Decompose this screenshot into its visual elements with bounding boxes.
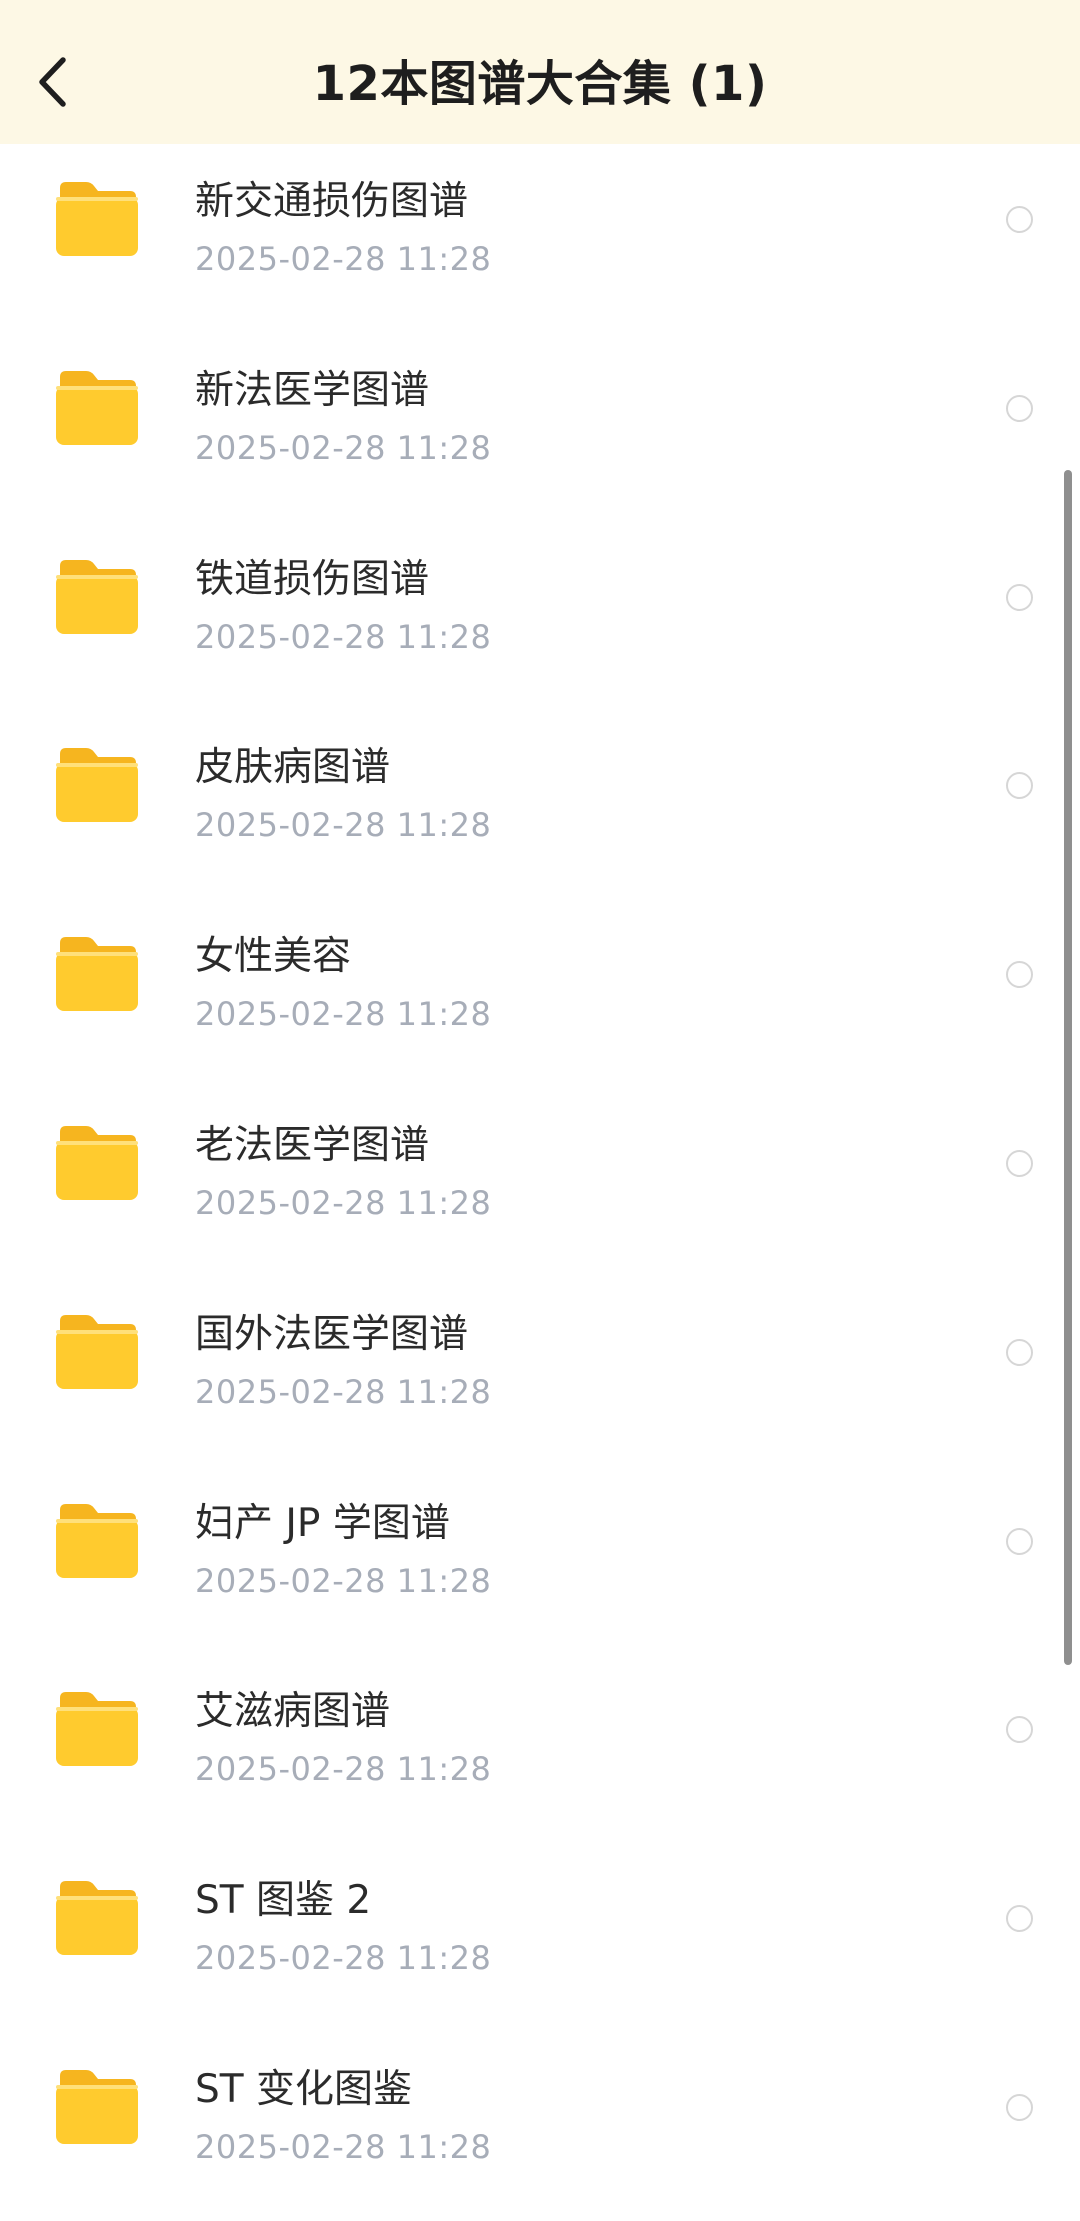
folder-icon (56, 2069, 138, 2144)
select-radio[interactable] (1006, 206, 1033, 233)
folder-row[interactable]: 女性美容 2025-02-28 11:28 (0, 899, 1080, 1088)
folder-date: 2025-02-28 11:28 (195, 617, 492, 656)
folder-icon (56, 1881, 138, 1956)
folder-row[interactable]: 新法医学图谱 2025-02-28 11:28 (0, 333, 1080, 522)
folder-icon (56, 1503, 138, 1578)
folder-row[interactable]: 老法医学图谱 2025-02-28 11:28 (0, 1088, 1080, 1277)
folder-icon (56, 1125, 138, 1200)
file-list: 新交通损伤图谱 2025-02-28 11:28 新法医学图谱 2025-02-… (0, 144, 1080, 2221)
folder-row[interactable]: 妇产 JP 学图谱 2025-02-28 11:28 (0, 1466, 1080, 1655)
select-radio[interactable] (1006, 1905, 1033, 1933)
folder-date: 2025-02-28 11:28 (195, 1750, 492, 1789)
folder-icon (56, 559, 138, 634)
folder-name: 女性美容 (195, 934, 352, 980)
folder-icon (56, 748, 138, 823)
folder-icon (56, 937, 138, 1012)
folder-row[interactable]: ST 变化图鉴 2025-02-28 11:28 (0, 2032, 1080, 2221)
folder-icon (56, 370, 138, 445)
select-radio[interactable] (1006, 583, 1033, 611)
folder-date: 2025-02-28 11:28 (195, 240, 492, 278)
back-button[interactable] (30, 52, 74, 112)
folder-name: 新法医学图谱 (195, 367, 430, 413)
top-bar: 12本图谱大合集 (1) (0, 0, 1080, 144)
folder-name: 老法医学图谱 (195, 1122, 430, 1168)
folder-row[interactable]: 铁道损伤图谱 2025-02-28 11:28 (0, 522, 1080, 711)
select-radio[interactable] (1006, 1527, 1033, 1555)
folder-row[interactable]: 新交通损伤图谱 2025-02-28 11:28 (0, 144, 1080, 333)
folder-name: ST 图鉴 2 (195, 1878, 372, 1924)
chevron-left-icon (39, 57, 66, 107)
folder-icon (56, 182, 138, 256)
folder-name: 皮肤病图谱 (195, 745, 391, 791)
folder-name: 铁道损伤图谱 (195, 556, 430, 602)
folder-date: 2025-02-28 11:28 (195, 1561, 492, 1600)
folder-name: ST 变化图鉴 (195, 2066, 412, 2112)
scrollbar[interactable] (1064, 470, 1072, 1665)
folder-icon (56, 1314, 138, 1389)
folder-name: 国外法医学图谱 (195, 1311, 469, 1357)
folder-row[interactable]: 皮肤病图谱 2025-02-28 11:28 (0, 710, 1080, 899)
folder-date: 2025-02-28 11:28 (195, 428, 492, 467)
folder-row[interactable]: 国外法医学图谱 2025-02-28 11:28 (0, 1277, 1080, 1466)
folder-date: 2025-02-28 11:28 (195, 1939, 492, 1978)
folder-date: 2025-02-28 11:28 (195, 1372, 492, 1411)
folder-date: 2025-02-28 11:28 (195, 1183, 492, 1222)
folder-date: 2025-02-28 11:28 (195, 995, 492, 1034)
select-radio[interactable] (1006, 394, 1033, 422)
select-radio[interactable] (1006, 1716, 1033, 1744)
folder-name: 妇产 JP 学图谱 (195, 1500, 450, 1546)
folder-icon (56, 1692, 138, 1767)
folder-name: 新交通损伤图谱 (195, 179, 469, 224)
select-radio[interactable] (1006, 1149, 1033, 1177)
folder-name: 艾滋病图谱 (195, 1689, 391, 1735)
select-radio[interactable] (1006, 961, 1033, 989)
folder-date: 2025-02-28 11:28 (195, 806, 492, 845)
folder-row[interactable]: 艾滋病图谱 2025-02-28 11:28 (0, 1654, 1080, 1843)
folder-date: 2025-02-28 11:28 (195, 2127, 492, 2166)
select-radio[interactable] (1006, 1338, 1033, 1366)
select-radio[interactable] (1006, 772, 1033, 800)
folder-row[interactable]: ST 图鉴 2 2025-02-28 11:28 (0, 1843, 1080, 2032)
select-radio[interactable] (1006, 2093, 1033, 2121)
